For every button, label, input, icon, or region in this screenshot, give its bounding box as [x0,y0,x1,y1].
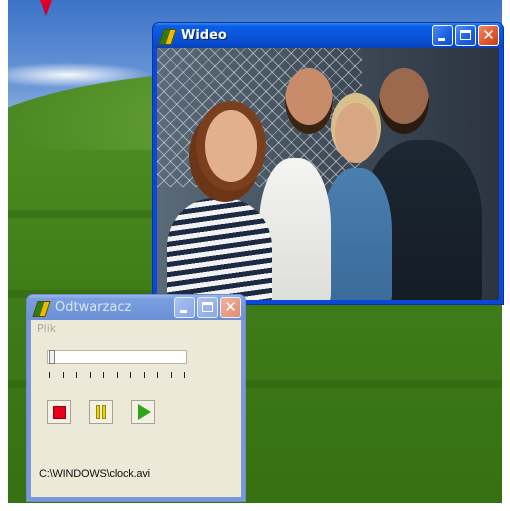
menu-item-plik[interactable]: Plik [37,322,56,335]
person-2-head [285,68,333,134]
stop-button[interactable] [47,400,71,424]
player-client-area: Plik C:\WINDOWS\clock.avi [31,320,241,497]
maximize-icon [460,30,471,40]
person-4-head [379,68,429,134]
slider-tick [89,372,91,378]
close-button[interactable]: ✕ [478,25,499,46]
app-logo-icon [32,300,51,317]
seek-slider[interactable] [47,350,187,364]
slider-tick [103,372,104,378]
player-titlebar[interactable]: Odtwarzacz ✕ [27,295,245,320]
close-button[interactable]: ✕ [220,297,241,318]
close-icon: ✕ [482,26,495,44]
pause-button[interactable] [89,400,113,424]
maximize-button[interactable] [455,25,476,46]
person-1-head [205,110,257,182]
video-titlebar[interactable]: Wideo ✕ [153,23,503,48]
person-3 [322,168,392,300]
minimize-button[interactable] [174,297,195,318]
menu-bar: Plik [31,320,241,340]
stop-icon [52,405,66,419]
slider-tick [170,372,172,378]
player-window-title: Odtwarzacz [55,300,132,315]
video-frame [157,48,499,300]
slider-tick [130,372,131,378]
slider-tick [157,372,158,378]
minimize-icon [438,38,445,41]
pause-icon [96,405,100,419]
slider-tick [62,372,64,378]
seek-slider-thumb[interactable] [49,350,55,364]
person-1 [167,198,272,300]
player-window[interactable]: Odtwarzacz ✕ Plik C:\WINDOWS\clock.avi [26,294,246,502]
minimize-icon [180,310,187,313]
minimize-button[interactable] [432,25,453,46]
slider-tick [49,372,50,378]
app-logo-icon [158,28,177,45]
chain-link-fence [157,48,363,187]
close-icon: ✕ [224,298,237,316]
slider-tick [116,372,118,378]
person-3-head [335,103,377,163]
file-path-label: C:\WINDOWS\clock.avi [39,468,150,480]
slider-tick [184,372,185,378]
seek-slider-ticks [49,372,187,378]
play-button[interactable] [131,400,155,424]
slider-tick [143,372,145,378]
play-icon [138,404,151,420]
slider-tick [76,372,77,378]
video-window-title: Wideo [181,28,227,43]
video-window[interactable]: Wideo ✕ [152,22,504,305]
maximize-button[interactable] [197,297,218,318]
maximize-icon [202,302,213,312]
